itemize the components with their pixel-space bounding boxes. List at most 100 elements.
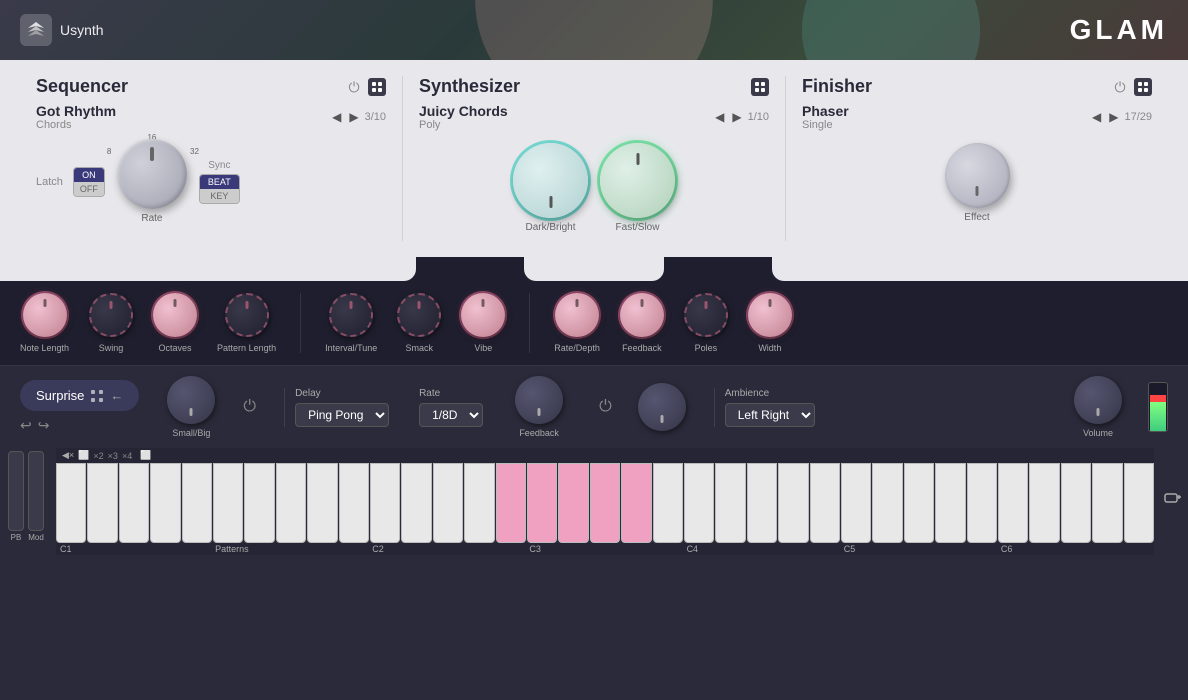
- rate-select[interactable]: 1/8D: [419, 403, 483, 427]
- volume-knob[interactable]: [1074, 376, 1122, 424]
- interval-tune-knob[interactable]: [329, 293, 373, 337]
- white-key[interactable]: [244, 463, 274, 543]
- vibe-knob[interactable]: [461, 293, 505, 337]
- sequencer-next[interactable]: ▶: [347, 108, 360, 126]
- synthesizer-next[interactable]: ▶: [730, 108, 743, 126]
- white-key[interactable]: [841, 463, 871, 543]
- white-key[interactable]: [401, 463, 431, 543]
- mod-strip[interactable]: [28, 451, 44, 531]
- white-key[interactable]: [150, 463, 180, 543]
- undo-redo-area: ↩ ↪: [20, 417, 139, 434]
- loop-icon[interactable]: ⬜: [78, 450, 89, 461]
- white-key[interactable]: [56, 463, 86, 543]
- c1-label: C1: [56, 544, 213, 554]
- latch-area: Latch ON OFF: [36, 167, 105, 197]
- note-length-knob[interactable]: [23, 293, 67, 337]
- sequencer-title: Sequencer: [36, 76, 128, 97]
- finisher-next[interactable]: ▶: [1107, 108, 1120, 126]
- width-knob[interactable]: [748, 293, 792, 337]
- pb-strip[interactable]: [8, 451, 24, 531]
- white-key-active[interactable]: [496, 463, 526, 543]
- white-key[interactable]: [276, 463, 306, 543]
- synth-knob-group: Interval/Tune Smack Vibe: [325, 293, 505, 353]
- brand-icon: [20, 14, 52, 46]
- white-key-active[interactable]: [558, 463, 588, 543]
- white-key[interactable]: [715, 463, 745, 543]
- white-key[interactable]: [370, 463, 400, 543]
- white-key[interactable]: [119, 463, 149, 543]
- white-key[interactable]: [998, 463, 1028, 543]
- finisher-power-btn[interactable]: ⏻: [1112, 79, 1128, 95]
- patterns-label: Patterns: [213, 544, 368, 554]
- delay-power-btn[interactable]: ⏻: [243, 398, 256, 416]
- delay-section: Delay Ping Pong: [284, 388, 389, 427]
- sequencer-controls: ⏻: [346, 78, 386, 96]
- white-key[interactable]: [684, 463, 714, 543]
- ambience-type-select[interactable]: Left Right: [725, 403, 815, 427]
- feedback-knob[interactable]: [620, 293, 664, 337]
- octaves-label: Octaves: [159, 343, 192, 353]
- white-key-active[interactable]: [527, 463, 557, 543]
- white-key[interactable]: [87, 463, 117, 543]
- octaves-knob[interactable]: [153, 293, 197, 337]
- poles-knob[interactable]: [684, 293, 728, 337]
- latch-switch[interactable]: ON OFF: [73, 167, 105, 197]
- pattern-length-knob[interactable]: [225, 293, 269, 337]
- surprise-button[interactable]: Surprise ←: [20, 380, 139, 411]
- ambience-knob[interactable]: [638, 383, 686, 431]
- white-key[interactable]: [339, 463, 369, 543]
- white-key[interactable]: [213, 463, 243, 543]
- white-key[interactable]: [967, 463, 997, 543]
- smack-knob[interactable]: [397, 293, 441, 337]
- synthesizer-prev[interactable]: ◀: [713, 108, 726, 126]
- app-title: GLAM: [1070, 14, 1168, 46]
- ambience-power-btn[interactable]: ⏻: [599, 398, 612, 416]
- rate-depth-knob[interactable]: [555, 293, 599, 337]
- delay-feedback-knob[interactable]: [515, 376, 563, 424]
- small-big-wrap: Small/Big: [167, 376, 215, 438]
- rate-knob[interactable]: [117, 139, 187, 209]
- white-key[interactable]: [1061, 463, 1091, 543]
- finisher-prev[interactable]: ◀: [1090, 108, 1103, 126]
- fast-slow-knob[interactable]: [600, 143, 675, 218]
- white-key[interactable]: [904, 463, 934, 543]
- white-key[interactable]: [1029, 463, 1059, 543]
- white-key[interactable]: [653, 463, 683, 543]
- white-key[interactable]: [182, 463, 212, 543]
- sequencer-power-btn[interactable]: ⏻: [346, 79, 362, 95]
- small-big-knob[interactable]: [167, 376, 215, 424]
- white-key-active[interactable]: [590, 463, 620, 543]
- fast-slow-wrap: Fast/Slow: [600, 143, 675, 233]
- sync-switch[interactable]: BEAT KEY: [199, 174, 240, 204]
- ambience-section: Ambience Left Right: [714, 388, 815, 427]
- white-key[interactable]: [1092, 463, 1122, 543]
- keyboard-settings-icon[interactable]: [1158, 448, 1188, 548]
- sequencer-grid-btn[interactable]: [368, 78, 386, 96]
- note-length-label: Note Length: [20, 343, 69, 353]
- swing-knob[interactable]: [89, 293, 133, 337]
- bottom-section: Surprise ← ↩ ↪ Small/Big ⏻ Delay Ping Po…: [0, 365, 1188, 448]
- white-key[interactable]: [1124, 463, 1154, 543]
- white-key-active[interactable]: [621, 463, 651, 543]
- undo-button[interactable]: ↩: [20, 417, 32, 434]
- dark-bright-knob[interactable]: [513, 143, 588, 218]
- dark-divider-1: [300, 293, 301, 353]
- white-key[interactable]: [778, 463, 808, 543]
- white-key[interactable]: [810, 463, 840, 543]
- synthesizer-section: Synthesizer Juicy Chords Poly ◀ ▶ 1/10: [403, 76, 786, 241]
- delay-type-select[interactable]: Ping Pong: [295, 403, 389, 427]
- synthesizer-grid-btn[interactable]: [751, 78, 769, 96]
- white-key[interactable]: [872, 463, 902, 543]
- effect-knob[interactable]: [945, 143, 1010, 208]
- white-key[interactable]: [935, 463, 965, 543]
- white-key[interactable]: [307, 463, 337, 543]
- white-key[interactable]: [747, 463, 777, 543]
- white-key[interactable]: [433, 463, 463, 543]
- white-key[interactable]: [464, 463, 494, 543]
- sequencer-prev[interactable]: ◀: [330, 108, 343, 126]
- finisher-grid-btn[interactable]: [1134, 78, 1152, 96]
- midi-icon[interactable]: ◀×: [62, 450, 74, 461]
- ambience-label: Ambience: [725, 388, 815, 399]
- redo-button[interactable]: ↪: [38, 417, 50, 434]
- sequencer-preset: Got Rhythm: [36, 103, 116, 119]
